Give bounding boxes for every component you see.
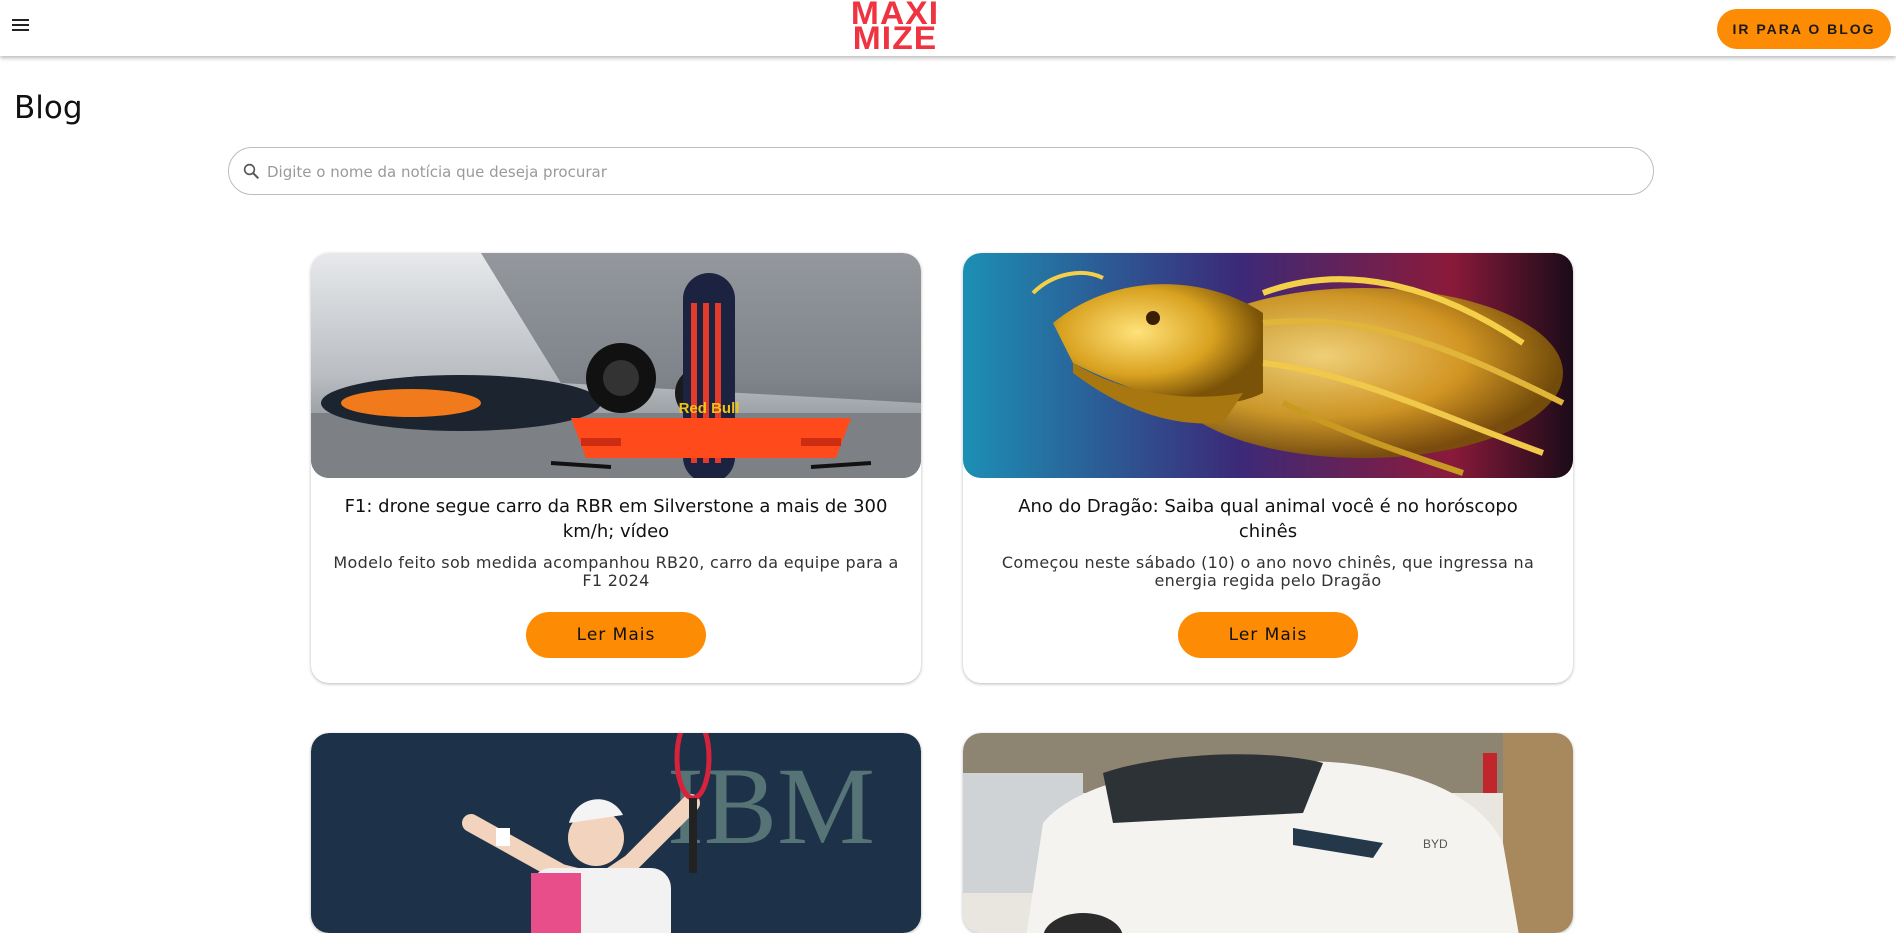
red-bull-logo-text: Red Bull (679, 400, 740, 417)
blog-card-f1-drone: Red Bull F1: drone segue carro da RBR em… (311, 253, 921, 683)
byd-logo-text: BYD (1423, 837, 1448, 851)
card-description: Modelo feito sob medida acompanhou RB20,… (333, 553, 899, 590)
page-title: Blog (14, 90, 83, 126)
logo-line-2: MIZE (852, 20, 938, 56)
search-icon (243, 163, 259, 179)
search-bar (228, 147, 1654, 195)
card-title[interactable]: Ano do Dragão: Saiba qual animal você é … (989, 494, 1547, 544)
golden-dragon-image[interactable] (963, 253, 1573, 478)
card-description: Começou neste sábado (10) o ano novo chi… (1001, 553, 1535, 590)
hamburger-menu-icon[interactable] (10, 16, 32, 36)
search-input[interactable] (265, 154, 1629, 190)
blog-card-tennis: IBM (311, 733, 921, 933)
tennis-player-image[interactable]: IBM (311, 733, 921, 933)
card-title[interactable]: F1: drone segue carro da RBR em Silverst… (337, 494, 895, 544)
top-navbar: MAXI MIZE IR PARA O BLOG (0, 0, 1896, 56)
white-electric-car-image[interactable]: BYD (963, 733, 1573, 933)
red-bull-drone-image[interactable]: Red Bull (311, 253, 921, 478)
read-more-button[interactable]: Ler Mais (1178, 612, 1358, 658)
blog-card-electric-car: BYD (963, 733, 1573, 933)
maximize-logo[interactable]: MAXI MIZE (835, 0, 955, 56)
read-more-button[interactable]: Ler Mais (526, 612, 706, 658)
blog-card-dragon-year: Ano do Dragão: Saiba qual animal você é … (963, 253, 1573, 683)
go-to-blog-button[interactable]: IR PARA O BLOG (1717, 9, 1891, 49)
